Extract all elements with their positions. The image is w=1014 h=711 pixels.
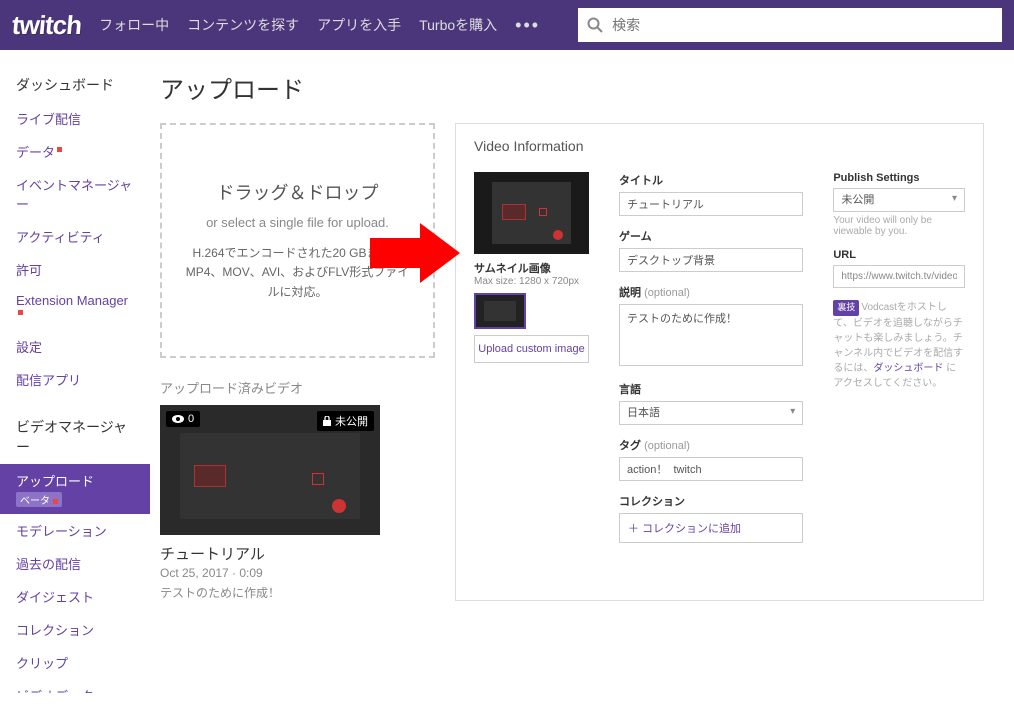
- twitch-logo[interactable]: twitch: [11, 10, 83, 41]
- sidebar-item-moderation[interactable]: モデレーション: [0, 514, 150, 547]
- sidebar-item-activity[interactable]: アクティビティ: [0, 220, 150, 253]
- panel-title: Video Information: [474, 138, 965, 154]
- sidebar-item-upload[interactable]: アップロード ベータ: [0, 464, 150, 514]
- language-select[interactable]: 日本語: [619, 401, 803, 425]
- video-thumbnail: 0 未公開: [160, 405, 380, 535]
- lock-icon: [323, 416, 331, 426]
- publish-settings-label: Publish Settings: [833, 172, 965, 184]
- notification-dot-icon: [57, 147, 62, 152]
- sidebar-item-label: データ: [16, 145, 55, 160]
- collection-label: コレクション: [619, 493, 803, 509]
- sidebar-header-videomgr: ビデオマネージャー: [0, 410, 150, 464]
- nav-turbo[interactable]: Turboを購入: [419, 15, 497, 35]
- sidebar-item-label: Extension Manager: [16, 293, 128, 308]
- game-input[interactable]: [619, 248, 803, 272]
- publish-select[interactable]: 未公開: [833, 188, 965, 212]
- notification-dot-icon: [18, 310, 23, 315]
- language-label: 言語: [619, 381, 803, 397]
- thumbnail-sublabel: Max size: 1280 x 720px: [474, 276, 589, 287]
- sidebar-item-data[interactable]: データ: [0, 135, 150, 168]
- page-title: アップロード: [160, 70, 984, 105]
- url-label: URL: [833, 249, 965, 261]
- beta-badge: ベータ: [16, 492, 62, 507]
- sidebar-item-permission[interactable]: 許可: [0, 253, 150, 286]
- view-count-badge: 0: [166, 411, 200, 427]
- nav-more-icon[interactable]: •••: [515, 15, 540, 36]
- privacy-badge: 未公開: [317, 411, 374, 431]
- thumbnail-label: サムネイル画像: [474, 260, 589, 276]
- upload-custom-image-button[interactable]: Upload custom image: [474, 335, 589, 363]
- tip-text: 裏技Vodcastをホストして、ビデオを追聴しながらチャットも楽しみましょう。チ…: [833, 300, 965, 391]
- add-collection-button[interactable]: ＋ コレクションに追加: [619, 513, 803, 543]
- video-title: チュートリアル: [160, 543, 380, 564]
- eye-icon: [172, 415, 184, 423]
- sidebar: ダッシュボード ライブ配信 データ イベントマネージャー アクティビティ 許可 …: [0, 50, 150, 711]
- top-navbar: twitch フォロー中 コンテンツを探す アプリを入手 Turboを購入 ••…: [0, 0, 1014, 50]
- video-meta: Oct 25, 2017 · 0:09: [160, 566, 380, 580]
- dropzone-info: H.264でエンコードされた20 GBまでのMP4、MOV、AVI、およびFLV…: [182, 244, 413, 302]
- sidebar-item-pastbroadcast[interactable]: 過去の配信: [0, 547, 150, 580]
- tip-dashboard-link[interactable]: ダッシュボード: [873, 363, 943, 374]
- publish-note: Your video will only be viewable by you.: [833, 215, 965, 237]
- preview-thumbnail: [474, 172, 589, 254]
- sidebar-item-digest[interactable]: ダイジェスト: [0, 580, 150, 613]
- sidebar-header-dashboard: ダッシュボード: [0, 68, 150, 102]
- search-icon: [578, 17, 612, 33]
- description-textarea[interactable]: テストのために作成！: [619, 304, 803, 366]
- tip-badge: 裏技: [833, 300, 859, 316]
- nav-getapp[interactable]: アプリを入手: [317, 15, 401, 35]
- game-label: ゲーム: [619, 228, 803, 244]
- upload-dropzone[interactable]: ドラッグ＆ドロップ or select a single file for up…: [160, 123, 435, 358]
- dropzone-subtitle: or select a single file for upload.: [206, 215, 389, 230]
- nav-following[interactable]: フォロー中: [99, 15, 169, 35]
- sidebar-item-clip[interactable]: クリップ: [0, 646, 150, 679]
- notification-dot-icon: [53, 499, 58, 504]
- sidebar-item-eventmgr[interactable]: イベントマネージャー: [0, 168, 150, 220]
- dropzone-title: ドラッグ＆ドロップ: [217, 179, 379, 205]
- description-label: 説明 (optional): [619, 284, 803, 300]
- sidebar-item-extmgr[interactable]: Extension Manager: [0, 286, 150, 330]
- thumbnail-option[interactable]: [474, 293, 526, 329]
- sidebar-item-videodata[interactable]: ビデオデータ: [0, 679, 150, 693]
- main-content: アップロード ドラッグ＆ドロップ or select a single file…: [150, 50, 1014, 711]
- title-label: タイトル: [619, 172, 803, 188]
- tag-label: タグ (optional): [619, 437, 803, 453]
- search-bar: [578, 8, 1002, 42]
- video-info-panel: Video Information サムネイル画像 Max size: 1280…: [455, 123, 984, 601]
- title-input[interactable]: [619, 192, 803, 216]
- tag-input[interactable]: [619, 457, 803, 481]
- sidebar-item-broadcastapp[interactable]: 配信アプリ: [0, 363, 150, 396]
- sidebar-item-label: アップロード: [16, 474, 94, 489]
- url-input[interactable]: [833, 265, 965, 288]
- search-input[interactable]: [612, 17, 1002, 33]
- video-description: テストのために作成！: [160, 584, 380, 601]
- sidebar-item-collection[interactable]: コレクション: [0, 613, 150, 646]
- uploaded-videos-header: アップロード済みビデオ: [160, 378, 435, 397]
- sidebar-item-settings[interactable]: 設定: [0, 330, 150, 363]
- nav-browse[interactable]: コンテンツを探す: [187, 15, 299, 35]
- video-card[interactable]: 0 未公開 チュートリアル Oct 25, 2017 · 0:09 テストのため…: [160, 405, 380, 601]
- sidebar-item-live[interactable]: ライブ配信: [0, 102, 150, 135]
